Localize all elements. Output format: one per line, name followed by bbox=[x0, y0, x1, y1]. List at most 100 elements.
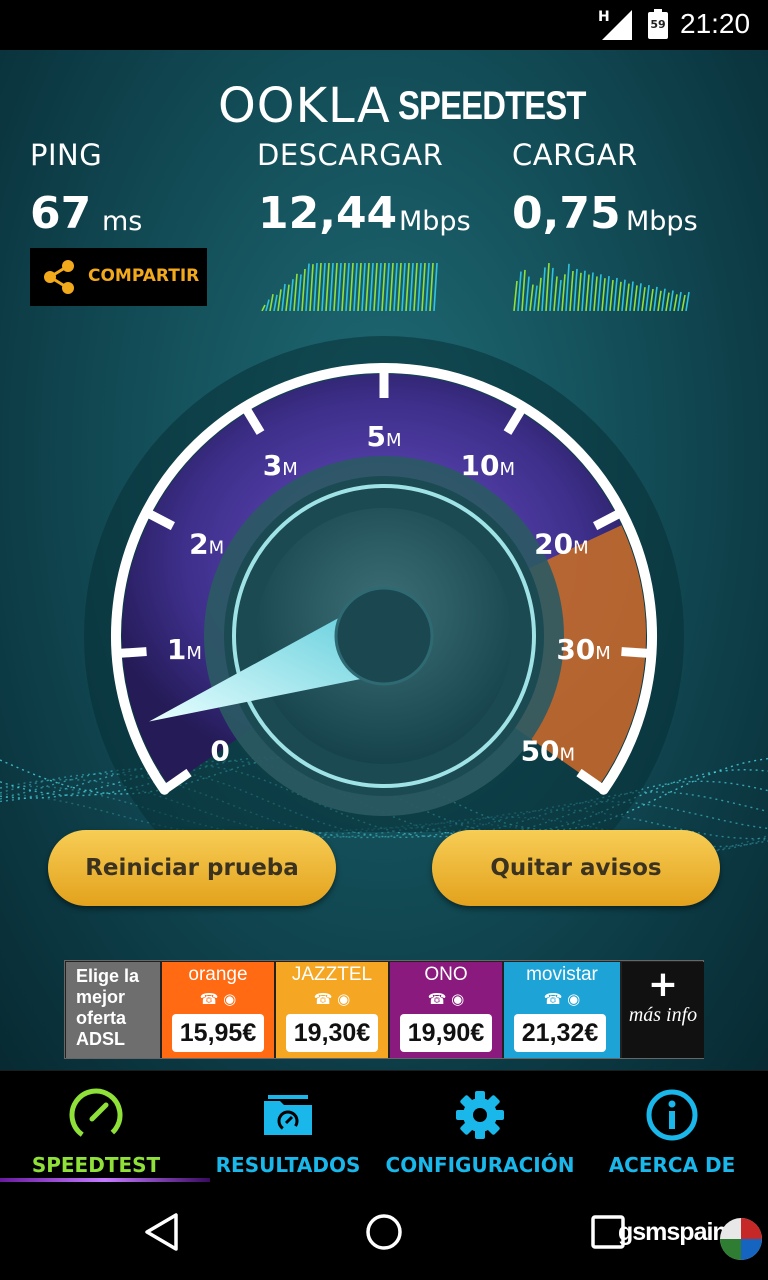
sparkline-bar bbox=[569, 270, 574, 311]
gsmspain-watermark: gsmspain bbox=[614, 1214, 764, 1276]
ad-offer-ono[interactable]: ONO ☎ ◉ 19,90€ bbox=[390, 962, 502, 1058]
sparkline-bar bbox=[261, 304, 266, 311]
sparkline-bar bbox=[661, 288, 666, 311]
sparkline-bar bbox=[545, 263, 550, 311]
sparkline-bar bbox=[305, 263, 310, 311]
sparkline-bar bbox=[393, 262, 398, 311]
sparkline-bar bbox=[369, 262, 374, 311]
sparkline-bar bbox=[521, 269, 526, 311]
tab-speedtest[interactable]: SPEEDTEST bbox=[0, 1071, 192, 1185]
share-button[interactable]: COMPARTIR bbox=[30, 248, 207, 306]
ad-offer-orange[interactable]: orange ☎ ◉ 15,95€ bbox=[162, 962, 274, 1058]
sparkline-bar bbox=[553, 276, 558, 311]
clock: 21:20 bbox=[680, 8, 751, 39]
sparkline-bar bbox=[621, 279, 626, 311]
ad-offer-jazztel[interactable]: JAZZTEL ☎ ◉ 19,30€ bbox=[276, 962, 388, 1058]
back-icon[interactable] bbox=[142, 1212, 182, 1252]
sparkline-bar bbox=[641, 287, 646, 311]
tab-label: ACERCA DE bbox=[608, 1153, 736, 1177]
upload-sparkline bbox=[513, 263, 690, 311]
ping-unit: ms bbox=[102, 206, 143, 237]
ad-offer-movistar[interactable]: movistar ☎ ◉ 21,32€ bbox=[504, 962, 620, 1058]
sparkline-bar bbox=[269, 294, 274, 311]
tab-label: RESULTADOS bbox=[215, 1153, 361, 1177]
sparkline-bar bbox=[685, 291, 690, 311]
gauge-label: 0 bbox=[210, 735, 229, 768]
sparkline-bar bbox=[329, 262, 334, 311]
ad-more-info[interactable]: + más info bbox=[622, 962, 704, 1058]
battery-level: 59 bbox=[650, 18, 666, 31]
sparkline-bar bbox=[673, 294, 678, 311]
sparkline-bar bbox=[337, 262, 342, 311]
sparkline-bar bbox=[573, 268, 578, 311]
sparkline-bar bbox=[625, 283, 630, 311]
sparkline-bar bbox=[357, 262, 362, 311]
sparkline-bar bbox=[433, 262, 438, 311]
share-label: COMPARTIR bbox=[88, 266, 200, 286]
sparkline-bar bbox=[349, 262, 354, 311]
sparkline-bar bbox=[601, 278, 606, 311]
sparkline-bar bbox=[405, 262, 410, 311]
upload-unit: Mbps bbox=[626, 206, 698, 237]
sparkline-bar bbox=[285, 284, 290, 311]
home-icon[interactable] bbox=[364, 1212, 404, 1252]
sparkline-bar bbox=[525, 276, 530, 311]
sparkline-bar bbox=[425, 262, 430, 311]
sparkline-bar bbox=[517, 271, 522, 311]
sparkline-bar bbox=[633, 285, 638, 311]
ookla-wordmark: OOKLA bbox=[218, 78, 391, 134]
tab-settings[interactable]: CONFIGURACIÓN bbox=[384, 1071, 576, 1185]
sparkline-bar bbox=[297, 274, 302, 311]
share-icon bbox=[44, 260, 74, 294]
speedometer-icon bbox=[69, 1088, 123, 1142]
download-value: 12,44 bbox=[258, 188, 398, 239]
sparkline-bar bbox=[313, 262, 318, 311]
upload-label: CARGAR bbox=[512, 138, 638, 172]
sparkline-bar bbox=[613, 277, 618, 311]
download-sparkline bbox=[261, 262, 438, 311]
status-bar: H 59 21:20 bbox=[0, 0, 768, 50]
plus-icon: + bbox=[647, 964, 679, 1005]
sparkline-bar bbox=[265, 299, 270, 311]
restart-test-button[interactable]: Reiniciar prueba bbox=[48, 830, 336, 906]
ad-offer-brand: orange bbox=[188, 964, 248, 985]
sparkline-bar bbox=[677, 291, 682, 311]
download-label: DESCARGAR bbox=[257, 138, 444, 172]
gauge-tick bbox=[116, 647, 147, 659]
tab-results[interactable]: RESULTADOS bbox=[192, 1071, 384, 1185]
sparkline-bar bbox=[421, 262, 426, 311]
sparkline-bar bbox=[429, 262, 434, 311]
ad-offer-price: 19,90€ bbox=[400, 1014, 492, 1052]
remove-ads-button[interactable]: Quitar avisos bbox=[432, 830, 720, 906]
sparkline-bar bbox=[637, 283, 642, 311]
sparkline-bar bbox=[277, 289, 282, 311]
bottom-tab-bar: SPEEDTEST RESULTADOS CONFIGURACIÓN ACERC… bbox=[0, 1070, 768, 1184]
phone-internet-icons: ☎ ◉ bbox=[199, 990, 237, 1008]
ad-offer-brand: movistar bbox=[526, 964, 598, 985]
speedtest-wordmark: SPEEDTEST bbox=[398, 84, 586, 128]
tab-about[interactable]: ACERCA DE bbox=[576, 1071, 768, 1185]
sparkline-bar bbox=[385, 262, 390, 311]
sparkline-bar bbox=[409, 262, 414, 311]
sparkline-bar bbox=[617, 281, 622, 311]
sparkline-bar bbox=[401, 262, 406, 311]
results-folder-icon bbox=[264, 1095, 312, 1135]
sparkline-bar bbox=[381, 262, 386, 311]
ad-banner[interactable]: Elige la mejor oferta ADSL orange ☎ ◉ 15… bbox=[64, 960, 704, 1059]
app-logo: OOKLA SPEEDTEST bbox=[0, 78, 768, 138]
sparkline-bar bbox=[557, 279, 562, 311]
ping-value: 67 bbox=[30, 188, 92, 239]
sparkline-bar bbox=[577, 272, 582, 311]
ad-offer-brand: ONO bbox=[424, 964, 468, 985]
download-unit: Mbps bbox=[399, 206, 471, 237]
sparkline-bar bbox=[681, 294, 686, 311]
phone-internet-icons: ☎ ◉ bbox=[427, 990, 465, 1008]
sparkline-bar bbox=[537, 277, 542, 311]
sparkline-bar bbox=[317, 262, 322, 311]
watermark-text: gsmspain bbox=[618, 1218, 728, 1246]
sparkline-bar bbox=[597, 274, 602, 311]
sparkline-bar bbox=[413, 262, 418, 311]
sparkline-bar bbox=[609, 279, 614, 311]
gear-icon bbox=[456, 1091, 504, 1139]
speed-gauge: 01M2M3M5M10M20M30M50M bbox=[84, 336, 684, 832]
